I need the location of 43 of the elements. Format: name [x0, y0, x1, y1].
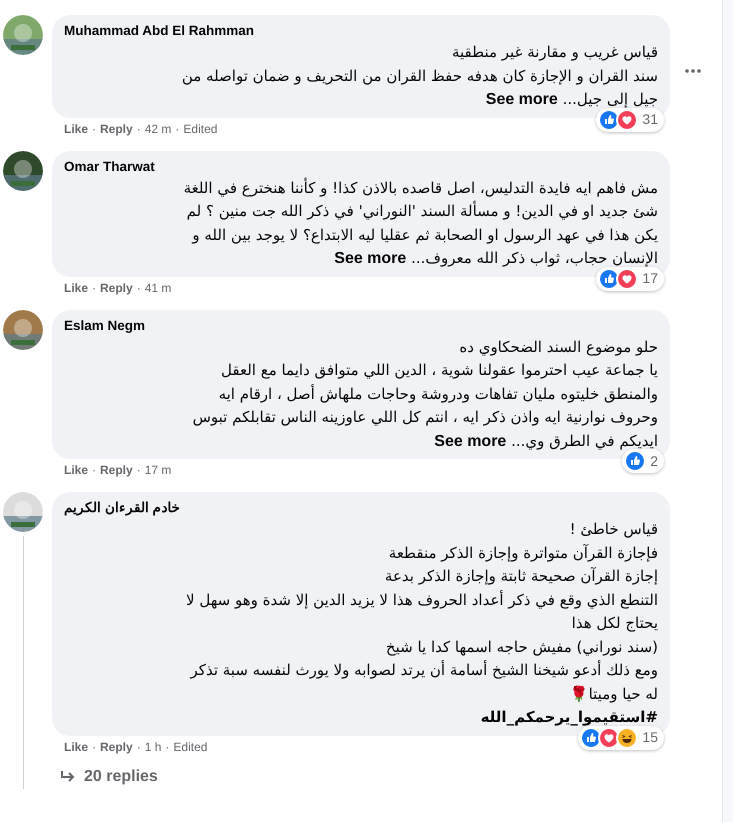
separator-dot: ·: [92, 462, 96, 478]
separator-dot: ·: [165, 738, 170, 754]
see-more-link[interactable]: See more: [434, 432, 506, 450]
like-link[interactable]: Like: [64, 462, 88, 478]
scrollbar[interactable]: [722, 0, 733, 822]
reply-arrow-icon: [60, 770, 76, 784]
timestamp[interactable]: 17 m: [144, 462, 172, 478]
view-replies-link[interactable]: 20 replies: [52, 764, 670, 788]
separator-dot: ·: [92, 280, 96, 296]
more-options-icon[interactable]: [685, 69, 701, 73]
like-link[interactable]: Like: [64, 280, 88, 296]
reply-link[interactable]: Reply: [100, 462, 133, 478]
reaction-summary[interactable]: 2: [622, 449, 664, 473]
separator-dot: ·: [136, 462, 141, 478]
reply-link[interactable]: Reply: [100, 738, 133, 754]
separator-dot: ·: [175, 120, 180, 136]
author-name[interactable]: Muhammad Abd El Rahmman: [64, 21, 658, 41]
see-more-link[interactable]: See more: [334, 250, 406, 267]
timestamp[interactable]: 42 m: [144, 120, 172, 136]
reaction-count: 2: [650, 452, 658, 470]
separator-dot: ·: [92, 738, 96, 754]
separator-dot: ·: [136, 280, 141, 296]
like-link[interactable]: Like: [64, 120, 88, 136]
author-name[interactable]: خادم القرءان الكريم: [64, 498, 658, 518]
reaction-count: 31: [642, 110, 658, 129]
like-link[interactable]: Like: [64, 738, 88, 754]
edited-label: Edited: [173, 738, 208, 754]
separator-dot: ·: [136, 120, 141, 136]
separator-dot: ·: [92, 120, 96, 136]
reaction-summary[interactable]: 15: [578, 726, 664, 750]
reaction-count: 15: [642, 728, 658, 747]
reaction-count: 17: [642, 269, 658, 288]
reaction-summary[interactable]: 31: [596, 108, 664, 132]
timestamp[interactable]: 1 h: [144, 738, 162, 754]
author-name[interactable]: Eslam Negm: [64, 316, 658, 336]
see-more-link[interactable]: See more: [486, 91, 558, 108]
author-name[interactable]: Omar Tharwat: [64, 156, 658, 176]
timestamp[interactable]: 41 m: [144, 280, 172, 296]
edited-label: Edited: [183, 120, 218, 136]
reaction-summary[interactable]: 17: [596, 266, 664, 290]
separator-dot: ·: [136, 738, 141, 754]
reply-link[interactable]: Reply: [100, 280, 133, 296]
reply-link[interactable]: Reply: [100, 120, 133, 136]
